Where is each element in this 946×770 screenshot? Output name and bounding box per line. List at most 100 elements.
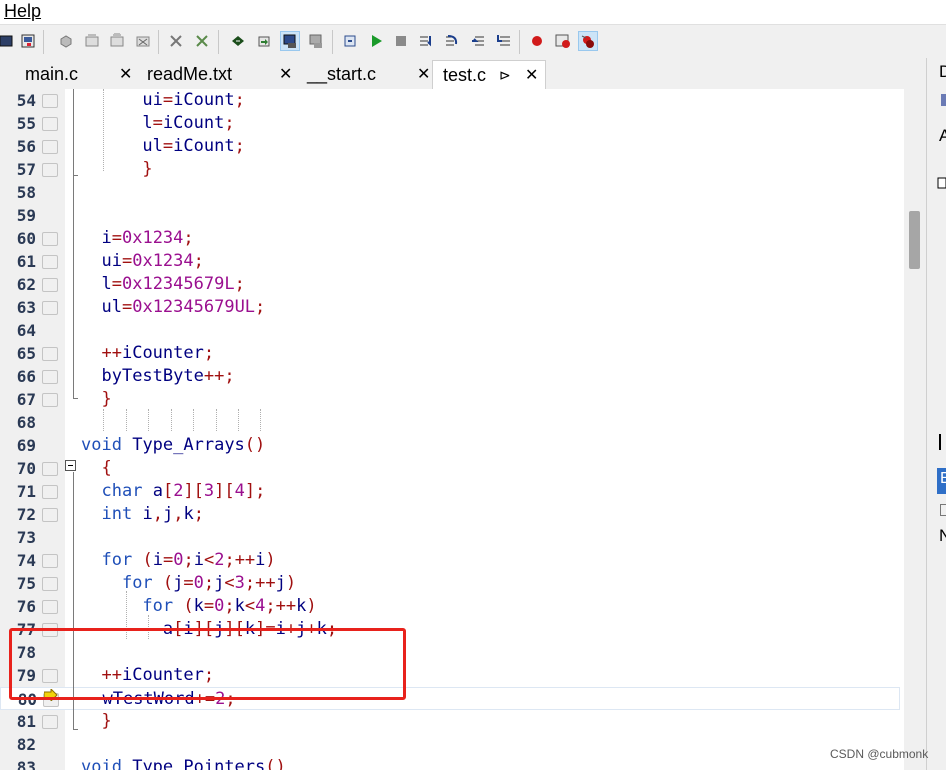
breakpoint-icon[interactable] xyxy=(527,31,547,51)
close-icon[interactable]: ✕ xyxy=(279,60,292,89)
menu-help[interactable]: Help xyxy=(4,1,41,22)
hand-pointer-icon xyxy=(937,173,946,198)
breakpoint-slot[interactable] xyxy=(42,140,58,154)
fold-end-marker xyxy=(73,175,78,176)
editor-tabs: main.c ✕ readMe.txt ✕ __start.c ✕ test.c… xyxy=(0,58,936,91)
code-line[interactable]: 64 xyxy=(0,319,904,342)
breakpoint-slot[interactable] xyxy=(42,163,58,177)
breakpoint-slot[interactable] xyxy=(42,508,58,522)
scrollbar-thumb[interactable] xyxy=(909,211,920,269)
line-number: 74 xyxy=(16,551,36,570)
code-line[interactable]: 76 for (k=0;k<4;++k) xyxy=(0,595,904,618)
code-text: for (k=0;k<4;++k) xyxy=(142,596,317,616)
code-text: int i,j,k; xyxy=(101,504,204,524)
code-line[interactable]: 72 int i,j,k; xyxy=(0,503,904,526)
run-to-cursor-icon[interactable] xyxy=(494,31,514,51)
rebuild-icon[interactable] xyxy=(107,31,127,51)
build-icon[interactable] xyxy=(56,31,76,51)
tab-test-c[interactable]: test.c ⊳ ✕ xyxy=(432,60,546,91)
code-line[interactable]: 74 for (i=0;i<2;++i) xyxy=(0,549,904,572)
text-cursor-icon xyxy=(939,434,941,450)
breakpoint-slot[interactable] xyxy=(42,278,58,292)
code-line[interactable]: 69 void Type_Arrays() xyxy=(0,434,904,457)
tab-main-c[interactable]: main.c ✕ xyxy=(15,60,135,89)
tab-start-c[interactable]: __start.c ✕ xyxy=(297,60,435,89)
breakpoint-slot[interactable] xyxy=(42,232,58,246)
code-line[interactable]: 67 } xyxy=(0,388,904,411)
fold-collapse-icon[interactable] xyxy=(65,460,76,471)
kill-breakpoints-icon[interactable] xyxy=(578,31,598,51)
code-line[interactable]: 73 xyxy=(0,526,904,549)
pin-icon[interactable]: ⊳ xyxy=(499,61,511,90)
breakpoint-slot[interactable] xyxy=(42,94,58,108)
breakpoint-slot[interactable] xyxy=(42,600,58,614)
breakpoint-slot[interactable] xyxy=(42,255,58,269)
close-icon[interactable]: ✕ xyxy=(417,60,430,89)
close-icon[interactable]: ✕ xyxy=(525,61,538,90)
breakpoint-slot[interactable] xyxy=(42,715,58,729)
step-over-icon[interactable] xyxy=(442,31,462,51)
code-line[interactable]: 83 void Type_Pointers() xyxy=(0,756,904,770)
code-line[interactable]: 65 ++iCounter; xyxy=(0,342,904,365)
erase-icon[interactable] xyxy=(192,31,212,51)
highlight-annotation-box xyxy=(9,628,406,700)
vertical-scrollbar[interactable] xyxy=(904,89,926,770)
breakpoint-slot[interactable] xyxy=(42,485,58,499)
breakpoint-slot[interactable] xyxy=(42,577,58,591)
flash-icon[interactable] xyxy=(166,31,186,51)
code-text: void Type_Pointers() xyxy=(81,757,286,770)
breakpoint-slot[interactable] xyxy=(42,301,58,315)
code-line[interactable]: 55 l=iCount; xyxy=(0,112,904,135)
code-line[interactable]: 68 xyxy=(0,411,904,434)
close-icon[interactable]: ✕ xyxy=(119,60,132,89)
reset-icon[interactable] xyxy=(340,31,360,51)
code-line[interactable]: 63 ul=0x12345679UL; xyxy=(0,296,904,319)
code-text: ++iCounter; xyxy=(101,343,215,363)
panel-small-icon xyxy=(940,504,946,516)
breakpoint-slot[interactable] xyxy=(42,117,58,131)
breakpoint-slot[interactable] xyxy=(42,347,58,361)
code-text: for (j=0;j<3;++j) xyxy=(121,573,297,593)
compile-icon[interactable] xyxy=(82,31,102,51)
line-number: 62 xyxy=(16,275,36,294)
code-line[interactable]: 71 char a[2][3][4]; xyxy=(0,480,904,503)
debug-icon[interactable] xyxy=(280,31,300,51)
download-icon[interactable] xyxy=(254,31,274,51)
run-icon[interactable] xyxy=(366,31,386,51)
clean-icon[interactable] xyxy=(133,31,153,51)
fold-end-marker xyxy=(73,398,78,399)
code-line[interactable]: 70 { xyxy=(0,457,904,480)
window-icon[interactable] xyxy=(0,31,16,51)
breakpoint-slot[interactable] xyxy=(42,370,58,384)
code-line[interactable]: 81 } xyxy=(0,710,904,733)
code-line[interactable]: 66 byTestByte++; xyxy=(0,365,904,388)
step-into-icon[interactable] xyxy=(416,31,436,51)
breakpoint-slot[interactable] xyxy=(42,462,58,476)
save-icon[interactable] xyxy=(18,31,38,51)
code-line[interactable]: 60 i=0x1234; xyxy=(0,227,904,250)
code-text: i=0x1234; xyxy=(101,228,194,248)
breakpoint-slot[interactable] xyxy=(42,393,58,407)
code-line[interactable]: 62 l=0x12345679L; xyxy=(0,273,904,296)
step-out-icon[interactable] xyxy=(468,31,488,51)
line-number: 82 xyxy=(16,735,36,754)
code-line[interactable]: 59 xyxy=(0,204,904,227)
breakpoint-slot[interactable] xyxy=(42,554,58,568)
line-number: 71 xyxy=(16,482,36,501)
code-line[interactable]: 57 } xyxy=(0,158,904,181)
tab-label: __start.c xyxy=(307,64,377,84)
tab-label: readMe.txt xyxy=(147,64,233,84)
tab-readme-txt[interactable]: readMe.txt ✕ xyxy=(137,60,297,89)
line-number: 63 xyxy=(16,298,36,317)
code-line[interactable]: 54 ui=iCount; xyxy=(0,89,904,112)
load-icon[interactable] xyxy=(228,31,248,51)
code-line[interactable]: 61 ui=0x1234; xyxy=(0,250,904,273)
code-line[interactable]: 82 xyxy=(0,733,904,756)
disable-breakpoint-icon[interactable] xyxy=(553,31,573,51)
code-line[interactable]: 58 xyxy=(0,181,904,204)
code-line[interactable]: 56 ul=iCount; xyxy=(0,135,904,158)
options-icon[interactable] xyxy=(306,31,326,51)
panel-tab-selected[interactable]: E xyxy=(937,468,946,494)
code-line[interactable]: 75 for (j=0;j<3;++j) xyxy=(0,572,904,595)
stop-icon[interactable] xyxy=(391,31,411,51)
